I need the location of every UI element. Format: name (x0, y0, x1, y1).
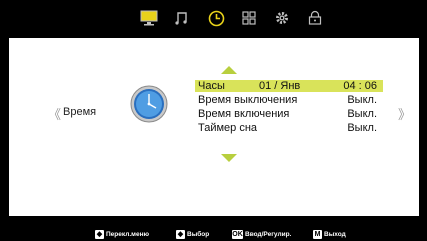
hint-label: Ввод/Регулир. (245, 231, 292, 238)
tab-options[interactable] (273, 9, 291, 27)
clock-icon (130, 85, 168, 123)
menu-item-value: Выкл. (347, 122, 377, 134)
m-key-icon: M (313, 230, 322, 239)
picture-icon (140, 10, 158, 26)
music-note-icon (175, 12, 187, 25)
menu-item-off-time[interactable]: Время выключения Выкл. (195, 94, 383, 106)
hint-label: Выбор (187, 231, 210, 238)
tab-setup[interactable] (240, 9, 258, 27)
hint-select: ◆ Выбор (176, 230, 209, 239)
clock-icon (208, 10, 224, 26)
hint-bar (0, 216, 427, 241)
time-menu-panel: 《 Время Часы 01 / Янв 04 : 06 Время выкл… (9, 38, 419, 216)
menu-item-sleep-timer[interactable]: Таймер сна Выкл. (195, 122, 383, 134)
ok-key-icon: OK (232, 230, 243, 239)
menu-item-label: Время включения (198, 108, 290, 120)
hint-enter-adjust: OK Ввод/Регулир. (232, 230, 291, 239)
menu-item-value: Выкл. (347, 108, 377, 120)
left-right-key-icon: ◆ (95, 230, 104, 239)
tab-lock[interactable] (306, 9, 324, 27)
clock-date: 01 / Янв (259, 80, 301, 92)
hint-label: Перекл.меню (106, 231, 150, 238)
lock-icon (308, 10, 322, 25)
tab-picture[interactable] (140, 9, 158, 27)
grid-icon (242, 11, 256, 25)
hint-label: Выход (324, 231, 346, 238)
gear-icon (276, 12, 288, 24)
up-down-key-icon: ◆ (176, 230, 185, 239)
menu-item-label: Часы (198, 80, 225, 92)
hint-exit: M Выход (313, 230, 346, 239)
menu-item-on-time[interactable]: Время включения Выкл. (195, 108, 383, 120)
category-label: Время (63, 106, 97, 118)
hint-switch-menu: ◆ Перекл.меню (95, 230, 149, 239)
next-category-icon[interactable]: 》 (398, 104, 411, 123)
menu-item-clock[interactable]: Часы 01 / Янв 04 : 06 (195, 80, 383, 92)
menu-item-label: Время выключения (198, 94, 298, 106)
scroll-down-arrow[interactable] (221, 154, 237, 162)
menu-item-label: Таймер сна (198, 122, 258, 134)
tab-time[interactable] (207, 9, 225, 27)
tab-sound[interactable] (173, 9, 191, 27)
menu-item-value: Выкл. (347, 94, 377, 106)
previous-category-icon[interactable]: 《 (48, 104, 61, 123)
menu-tab-bar (0, 0, 427, 38)
scroll-up-arrow[interactable] (221, 66, 237, 74)
clock-time: 04 : 06 (343, 80, 377, 92)
